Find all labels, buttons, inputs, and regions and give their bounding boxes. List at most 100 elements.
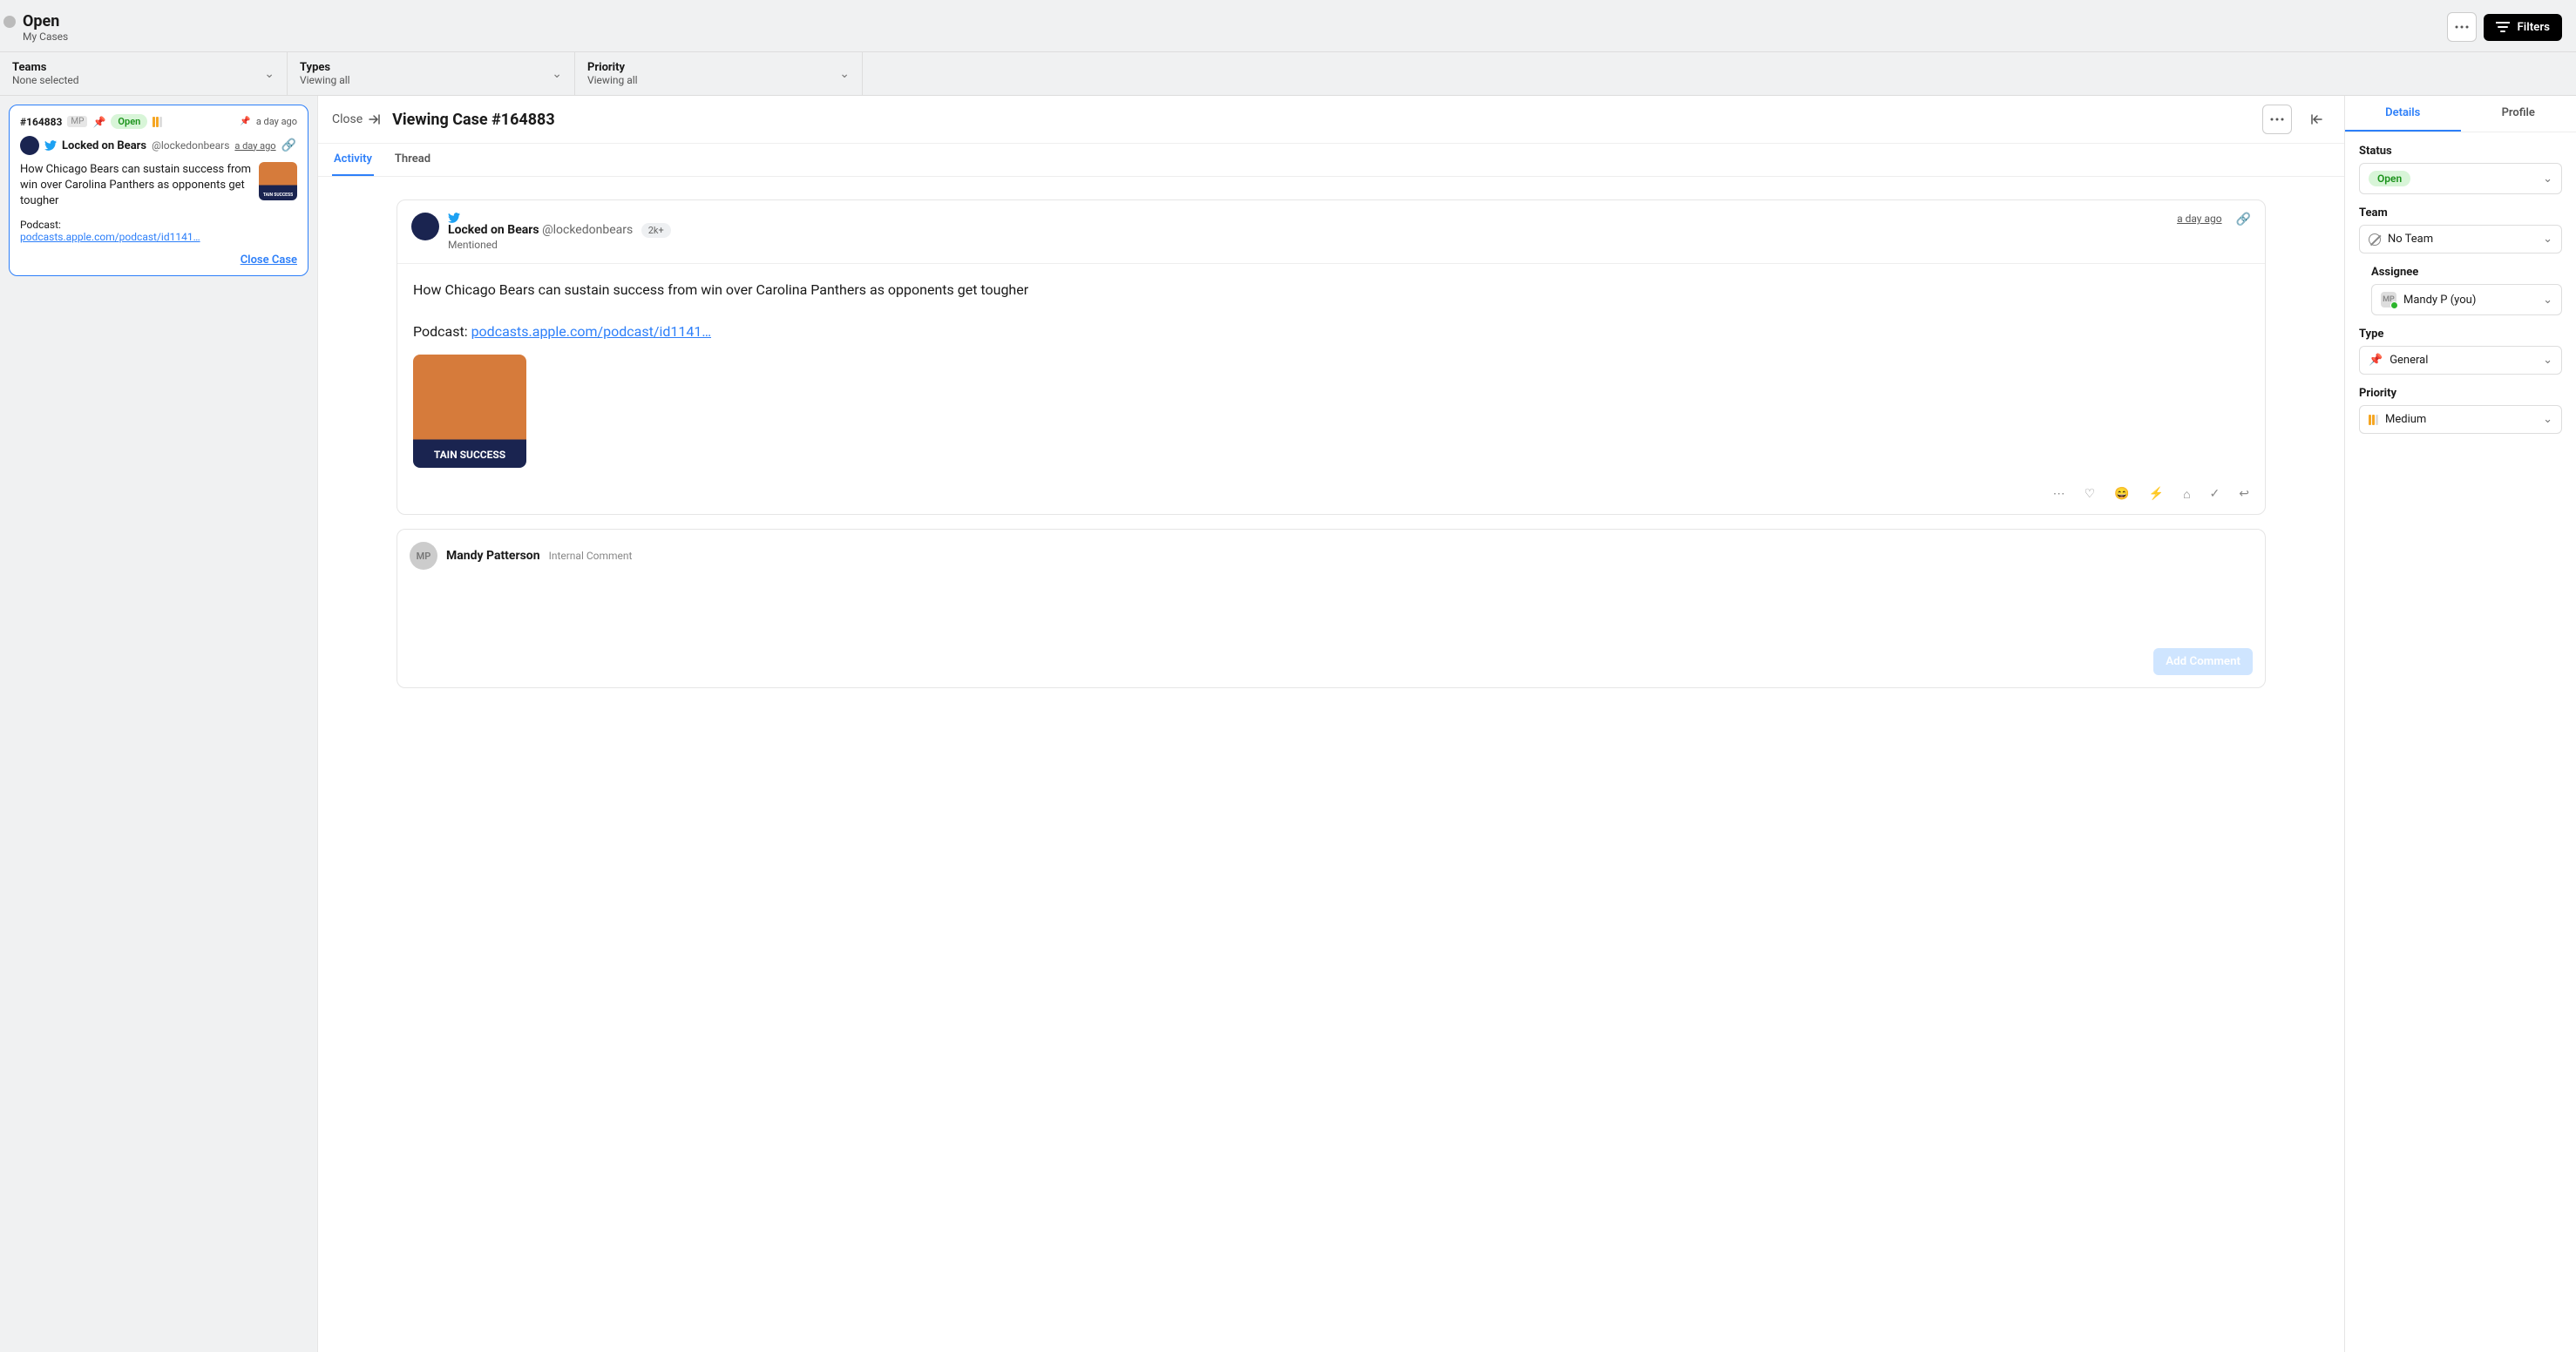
twitter-icon	[448, 213, 671, 223]
priority-select[interactable]: Medium ⌄	[2359, 405, 2562, 434]
source-name: Locked on Bears	[62, 139, 146, 152]
case-body-text: How Chicago Bears can sustain success fr…	[20, 162, 252, 210]
assignee-select[interactable]: MP Mandy P (you) ⌄	[2371, 284, 2562, 315]
filter-types-label: Types	[300, 61, 350, 74]
emoji-icon[interactable]: 😄	[2114, 487, 2129, 502]
reply-icon[interactable]: ↩	[2239, 487, 2249, 502]
assignee-label: Assignee	[2371, 266, 2562, 279]
post-avatar	[411, 213, 439, 240]
type-select[interactable]: 📌General ⌄	[2359, 346, 2562, 375]
tag-icon[interactable]: ⌂	[2183, 487, 2190, 502]
user-avatar[interactable]	[3, 16, 16, 28]
filters-label: Filters	[2517, 21, 2550, 34]
chevron-down-icon: ⌄	[2543, 233, 2552, 246]
status-value: Open	[2369, 171, 2410, 186]
close-button[interactable]: Close	[332, 112, 380, 126]
filters-row: TeamsNone selected ⌄ TypesViewing all ⌄ …	[0, 51, 2576, 96]
followers-badge: 2k+	[641, 223, 671, 238]
details-panel: Details Profile Status Open ⌄ Team No Te…	[2345, 96, 2576, 1352]
status-badge: Open	[111, 114, 147, 129]
comment-avatar: MP	[410, 542, 437, 570]
filter-types[interactable]: TypesViewing all ⌄	[288, 52, 575, 95]
post-podcast-link[interactable]: podcasts.apple.com/podcast/id1141…	[471, 323, 711, 340]
pin-icon: 📌	[92, 116, 105, 128]
chevron-down-icon: ⌄	[2543, 294, 2552, 307]
case-time: a day ago	[256, 116, 297, 127]
post-body-text: How Chicago Bears can sustain success fr…	[413, 280, 2249, 301]
source-time[interactable]: a day ago	[234, 140, 275, 152]
post-podcast-label: Podcast:	[413, 323, 471, 340]
team-label: Team	[2359, 206, 2562, 220]
collapse-right-icon	[368, 113, 380, 125]
page-title: Open	[23, 12, 68, 30]
type-label: Type	[2359, 328, 2562, 341]
source-avatar	[20, 136, 39, 155]
assignee-value: Mandy P (you)	[2403, 294, 2476, 307]
comment-input[interactable]	[410, 578, 2253, 639]
source-handle: @lockedonbears	[152, 139, 229, 152]
chevron-down-icon: ⌄	[264, 67, 275, 81]
filter-priority[interactable]: PriorityViewing all ⌄	[575, 52, 863, 95]
priority-icon	[153, 117, 162, 127]
case-card[interactable]: #164883 MP 📌 Open 📌 a day ago Locked on …	[9, 105, 308, 276]
expand-panel-button[interactable]	[2304, 113, 2330, 125]
link-icon[interactable]: 🔗	[2236, 213, 2251, 226]
case-id: #164883	[20, 116, 62, 128]
twitter-icon	[44, 140, 57, 151]
close-label: Close	[332, 112, 363, 126]
case-list-sidebar: #164883 MP 📌 Open 📌 a day ago Locked on …	[0, 96, 318, 1352]
chevron-down-icon: ⌄	[839, 67, 850, 81]
comment-author: Mandy Patterson	[446, 549, 540, 563]
team-value: No Team	[2388, 233, 2433, 246]
status-select[interactable]: Open ⌄	[2359, 163, 2562, 194]
chevron-down-icon: ⌄	[552, 67, 562, 81]
filter-teams-value: None selected	[12, 74, 79, 86]
filter-priority-value: Viewing all	[587, 74, 638, 86]
podcast-link[interactable]: podcasts.apple.com/podcast/id1141…	[20, 231, 200, 243]
filter-icon	[2496, 22, 2510, 32]
filter-teams-label: Teams	[12, 61, 79, 74]
top-bar: Open My Cases Filters	[0, 0, 2576, 51]
podcast-label: Podcast:	[20, 219, 297, 231]
post-author-handle: @lockedonbears	[542, 223, 633, 237]
chevron-down-icon: ⌄	[2543, 172, 2552, 186]
filters-button[interactable]: Filters	[2484, 14, 2562, 41]
tab-details[interactable]: Details	[2345, 96, 2461, 132]
no-team-icon	[2369, 233, 2381, 246]
filter-priority-label: Priority	[587, 61, 638, 74]
post-image[interactable]	[413, 355, 526, 468]
assignee-badge: MP	[67, 116, 87, 127]
type-value: General	[2390, 354, 2428, 367]
check-icon[interactable]: ✓	[2210, 487, 2220, 502]
post-time[interactable]: a day ago	[2177, 213, 2221, 225]
link-icon[interactable]: 🔗	[281, 139, 296, 152]
bolt-icon[interactable]: ⚡	[2149, 487, 2164, 502]
chevron-down-icon: ⌄	[2543, 413, 2552, 426]
tab-thread[interactable]: Thread	[393, 144, 432, 176]
team-select[interactable]: No Team ⌄	[2359, 225, 2562, 254]
case-thumbnail	[259, 162, 297, 200]
add-comment-button[interactable]: Add Comment	[2153, 648, 2253, 675]
pin-icon: 📌	[240, 117, 250, 126]
tab-profile[interactable]: Profile	[2461, 96, 2576, 132]
filter-teams[interactable]: TeamsNone selected ⌄	[0, 52, 288, 95]
chevron-down-icon: ⌄	[2543, 354, 2552, 367]
assignee-avatar: MP	[2381, 292, 2396, 308]
tab-activity[interactable]: Activity	[332, 144, 374, 176]
case-more-button[interactable]	[2262, 105, 2292, 134]
collapse-left-icon	[2311, 113, 2323, 125]
priority-value: Medium	[2385, 413, 2426, 426]
priority-icon	[2369, 415, 2378, 425]
more-button[interactable]	[2447, 12, 2477, 42]
close-case-link[interactable]: Close Case	[20, 254, 297, 267]
mention-label: Mentioned	[448, 239, 671, 251]
filter-types-value: Viewing all	[300, 74, 350, 86]
post-author-name: Locked on Bears	[448, 223, 539, 237]
page-subtitle: My Cases	[23, 30, 68, 43]
heart-icon[interactable]: ♡	[2085, 487, 2096, 502]
comment-type: Internal Comment	[549, 550, 633, 562]
comment-box: MP Mandy Patterson Internal Comment Add …	[397, 529, 2266, 688]
status-label: Status	[2359, 145, 2562, 158]
activity-post: Locked on Bears @lockedonbears 2k+ Menti…	[397, 199, 2266, 515]
post-more-icon[interactable]: ⋯	[2053, 487, 2065, 502]
